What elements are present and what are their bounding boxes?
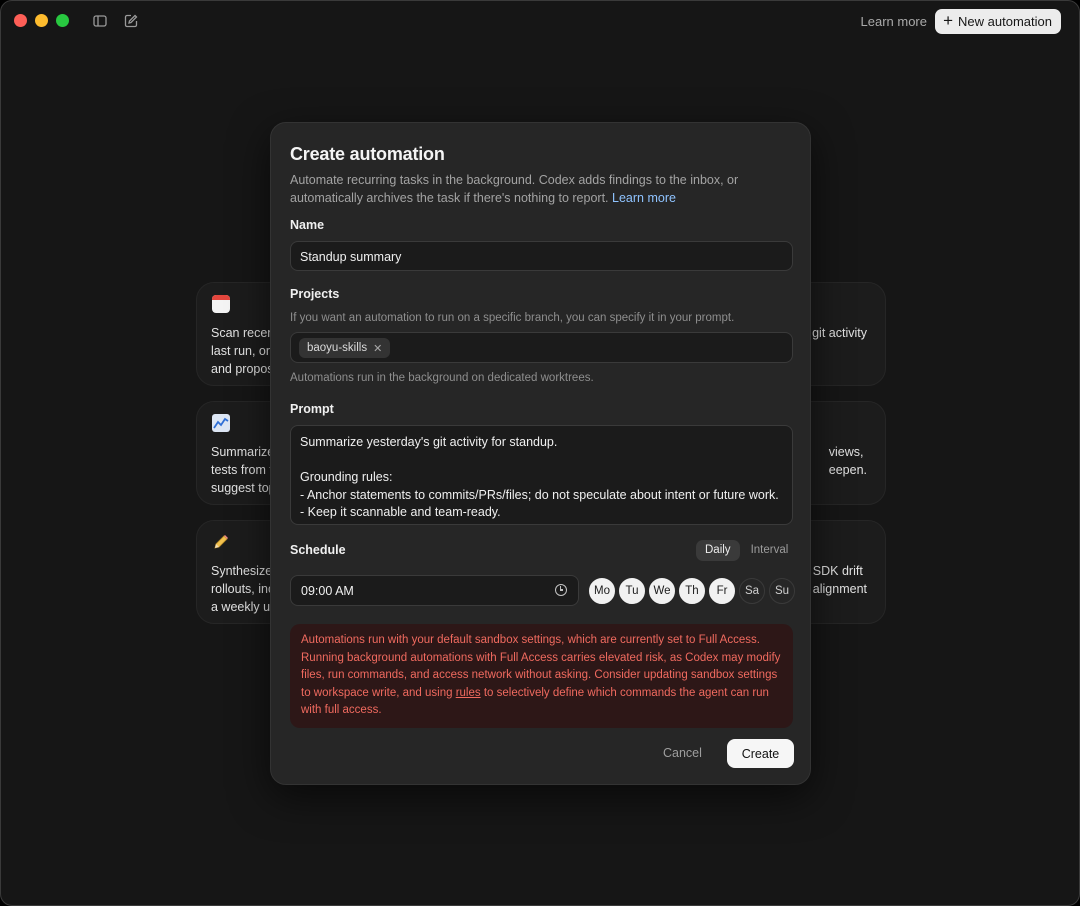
titlebar: Learn more + New automation	[1, 1, 1079, 43]
day-tuesday[interactable]: Tu	[619, 578, 645, 604]
learn-more-link[interactable]: Learn more	[861, 14, 927, 29]
schedule-interval-option[interactable]: Interval	[742, 540, 798, 561]
name-label: Name	[290, 218, 325, 232]
card-text-right: SDK drift alignment	[812, 564, 867, 596]
day-wednesday[interactable]: We	[649, 578, 675, 604]
cancel-button[interactable]: Cancel	[663, 746, 702, 760]
create-automation-dialog: Create automation Automate recurring tas…	[270, 122, 811, 785]
calendar-icon	[212, 295, 230, 313]
projects-hint: If you want an automation to run on a sp…	[290, 312, 735, 324]
prompt-label: Prompt	[290, 402, 334, 416]
sidebar-toggle-icon[interactable]	[92, 13, 108, 29]
new-automation-button[interactable]: + New automation	[935, 9, 1061, 34]
schedule-label: Schedule	[290, 543, 346, 557]
day-saturday[interactable]: Sa	[739, 578, 765, 604]
projects-input[interactable]: baoyu-skills ✕	[290, 332, 793, 363]
schedule-daily-option[interactable]: Daily	[696, 540, 740, 561]
prompt-textarea[interactable]: Summarize yesterday's git activity for s…	[290, 425, 793, 525]
card-text-right: git activity	[812, 326, 867, 340]
projects-label: Projects	[290, 287, 340, 301]
chart-icon	[212, 414, 230, 437]
day-friday[interactable]: Fr	[709, 578, 735, 604]
minimize-window-button[interactable]	[35, 14, 48, 27]
schedule-mode-toggle: Daily Interval	[696, 540, 797, 561]
projects-note: Automations run in the background on ded…	[290, 372, 594, 384]
name-input[interactable]: Standup summary	[290, 241, 793, 271]
card-text-right: views, eepen.	[828, 445, 867, 477]
compose-icon[interactable]	[123, 13, 139, 29]
pencil-icon	[212, 533, 230, 556]
rules-link[interactable]: rules	[456, 687, 481, 699]
day-selector: Mo Tu We Th Fr Sa Su	[589, 578, 795, 604]
learn-more-link[interactable]: Learn more	[612, 191, 676, 205]
clock-icon	[555, 584, 567, 596]
day-sunday[interactable]: Su	[769, 578, 795, 604]
create-button[interactable]: Create	[727, 739, 794, 768]
day-thursday[interactable]: Th	[679, 578, 705, 604]
remove-chip-icon[interactable]: ✕	[373, 342, 382, 355]
app-window: Learn more + New automation Scan recen la…	[0, 0, 1080, 906]
new-automation-label: New automation	[958, 14, 1052, 29]
close-window-button[interactable]	[14, 14, 27, 27]
time-value: 09:00 AM	[301, 584, 354, 598]
day-monday[interactable]: Mo	[589, 578, 615, 604]
project-chip-label: baoyu-skills	[307, 342, 368, 354]
dialog-description: Automate recurring tasks in the backgrou…	[290, 173, 739, 205]
full-access-warning: Automations run with your default sandbo…	[290, 624, 793, 728]
zoom-window-button[interactable]	[56, 14, 69, 27]
plus-icon: +	[943, 11, 954, 30]
dialog-title: Create automation	[290, 144, 445, 164]
project-chip[interactable]: baoyu-skills ✕	[299, 338, 391, 358]
time-input[interactable]: 09:00 AM	[290, 575, 579, 606]
